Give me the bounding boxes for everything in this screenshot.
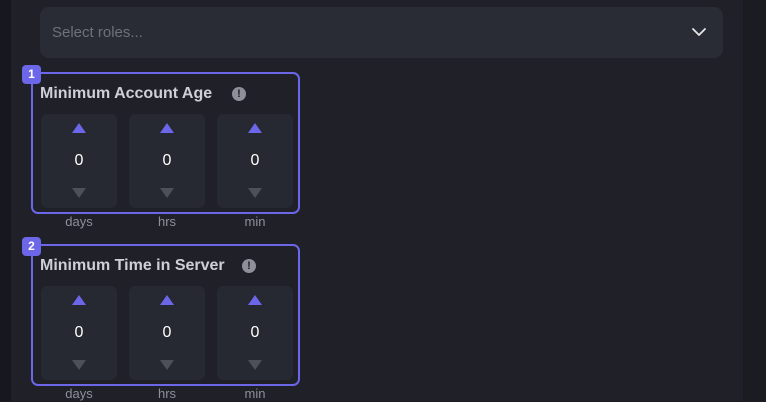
roles-select-placeholder: Select roles... (52, 24, 143, 41)
triangle-down-icon[interactable] (159, 187, 175, 199)
stepper-value: 0 (162, 152, 172, 169)
right-edge (743, 0, 766, 401)
account-age-days-stepper[interactable]: 0 (41, 114, 117, 208)
stepper-value: 0 (162, 324, 172, 341)
step-badge-1: 1 (22, 65, 41, 84)
unit-label-hrs: hrs (157, 214, 177, 229)
triangle-up-icon[interactable] (247, 122, 263, 134)
time-in-server-days-stepper[interactable]: 0 (41, 286, 117, 380)
left-edge (0, 0, 11, 401)
account-age-min-stepper[interactable]: 0 (217, 114, 293, 208)
step-badge-2: 2 (22, 237, 41, 256)
stepper-value: 0 (250, 152, 260, 169)
time-in-server-hrs-stepper[interactable]: 0 (129, 286, 205, 380)
stepper-value: 0 (250, 324, 260, 341)
triangle-down-icon[interactable] (247, 359, 263, 371)
triangle-up-icon[interactable] (71, 294, 87, 306)
account-age-title: Minimum Account Age (40, 85, 213, 102)
triangle-down-icon[interactable] (247, 187, 263, 199)
info-icon[interactable]: ! (232, 87, 246, 101)
stepper-value: 0 (74, 152, 84, 169)
unit-label-hrs: hrs (157, 386, 177, 401)
account-age-hrs-stepper[interactable]: 0 (129, 114, 205, 208)
triangle-up-icon[interactable] (71, 122, 87, 134)
stepper-value: 0 (74, 324, 84, 341)
chevron-down-icon (692, 28, 706, 36)
triangle-up-icon[interactable] (247, 294, 263, 306)
triangle-down-icon[interactable] (71, 187, 87, 199)
triangle-up-icon[interactable] (159, 122, 175, 134)
roles-select[interactable]: Select roles... (40, 7, 723, 58)
unit-label-min: min (244, 386, 266, 401)
time-in-server-title: Minimum Time in Server (40, 257, 225, 274)
time-in-server-min-stepper[interactable]: 0 (217, 286, 293, 380)
triangle-down-icon[interactable] (71, 359, 87, 371)
triangle-down-icon[interactable] (159, 359, 175, 371)
info-icon[interactable]: ! (242, 259, 256, 273)
unit-label-days: days (65, 386, 93, 401)
triangle-up-icon[interactable] (159, 294, 175, 306)
unit-label-min: min (244, 214, 266, 229)
unit-label-days: days (65, 214, 93, 229)
